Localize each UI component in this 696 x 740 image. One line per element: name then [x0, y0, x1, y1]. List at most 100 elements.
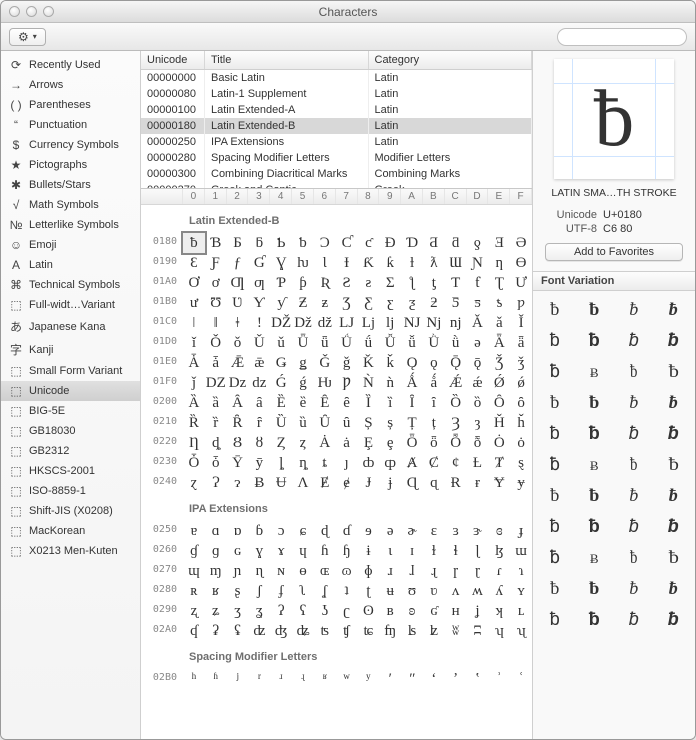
character-cell[interactable]: Ƒ — [205, 253, 227, 273]
character-cell[interactable]: Ȝ — [445, 413, 467, 433]
character-cell[interactable]: ǒ — [227, 333, 249, 353]
character-cell[interactable]: Ǚ — [379, 333, 401, 353]
character-cell[interactable]: Ƴ — [248, 293, 270, 313]
character-cell[interactable]: ɰ — [183, 561, 205, 581]
character-cell[interactable]: ɫ — [423, 541, 445, 561]
character-cell[interactable]: Ǹ — [358, 373, 380, 393]
sidebar-item[interactable]: “Punctuation — [1, 115, 140, 135]
character-cell[interactable]: Ƃ — [227, 233, 249, 253]
font-variation-item[interactable]: ƀ — [537, 485, 573, 506]
character-cell[interactable]: ǌ — [445, 313, 467, 333]
character-cell[interactable]: ʷ — [336, 669, 358, 689]
character-cell[interactable]: Ǥ — [270, 353, 292, 373]
character-cell[interactable]: ǧ — [336, 353, 358, 373]
character-cell[interactable]: Ȍ — [445, 393, 467, 413]
character-cell[interactable]: ǣ — [248, 353, 270, 373]
character-cell[interactable]: Ƥ — [270, 273, 292, 293]
search-input[interactable] — [557, 28, 687, 46]
character-cell[interactable]: ʼ — [445, 669, 467, 689]
character-cell[interactable]: ʁ — [205, 581, 227, 601]
character-cell[interactable]: Ɯ — [445, 253, 467, 273]
character-cell[interactable]: ɖ — [314, 521, 336, 541]
font-variation-item[interactable]: ƀ — [577, 454, 613, 475]
character-cell[interactable]: ǈ — [358, 313, 380, 333]
character-cell[interactable]: ɦ — [314, 541, 336, 561]
character-cell[interactable]: ɔ — [270, 521, 292, 541]
font-variation-item[interactable]: ƀ — [656, 299, 692, 320]
character-cell[interactable]: ʝ — [467, 601, 489, 621]
character-cell[interactable]: Ƙ — [358, 253, 380, 273]
character-cell[interactable]: ʆ — [314, 581, 336, 601]
character-cell[interactable]: Ǟ — [488, 333, 510, 353]
font-variation-item[interactable]: ƀ — [577, 392, 613, 413]
character-cell[interactable]: ɻ — [423, 561, 445, 581]
sidebar-item[interactable]: ⟳Recently Used — [1, 55, 140, 75]
character-cell[interactable]: ǡ — [205, 353, 227, 373]
character-cell[interactable]: ƴ — [270, 293, 292, 313]
font-variation-item[interactable]: ƀ — [537, 454, 573, 475]
character-cell[interactable]: Ƀ — [248, 473, 270, 493]
font-variation-item[interactable]: ƀ — [619, 547, 648, 568]
character-cell[interactable]: ʦ — [314, 621, 336, 641]
character-cell[interactable]: ɗ — [336, 521, 358, 541]
character-cell[interactable]: ʧ — [336, 621, 358, 641]
character-cell[interactable]: Ȭ — [445, 433, 467, 453]
table-row[interactable]: 00000250IPA ExtensionsLatin — [141, 134, 532, 150]
character-cell[interactable]: Ɉ — [358, 473, 380, 493]
character-cell[interactable]: ɹ — [379, 561, 401, 581]
character-cell[interactable]: ʵ — [292, 669, 314, 689]
character-cell[interactable]: ɴ — [270, 561, 292, 581]
character-cell[interactable]: ʻ — [423, 669, 445, 689]
font-variation-item[interactable]: ƀ — [656, 392, 692, 413]
character-cell[interactable]: ƻ — [423, 293, 445, 313]
character-cell[interactable]: Ƣ — [227, 273, 249, 293]
font-variation-item[interactable]: ƀ — [653, 547, 693, 568]
sidebar-item[interactable]: ⌘Technical Symbols — [1, 275, 140, 295]
character-cell[interactable]: ș — [379, 413, 401, 433]
character-cell[interactable]: ƨ — [358, 273, 380, 293]
character-cell[interactable]: ƍ — [467, 233, 489, 253]
font-variation-item[interactable]: ƀ — [616, 299, 652, 320]
character-cell[interactable]: Ȋ — [401, 393, 423, 413]
character-cell[interactable]: Ɠ — [248, 253, 270, 273]
character-cell[interactable]: ǲ — [227, 373, 249, 393]
sidebar-item[interactable]: №Letterlike Symbols — [1, 215, 140, 235]
character-cell[interactable]: ȵ — [292, 453, 314, 473]
font-variation-item[interactable]: ƀ — [577, 609, 613, 630]
font-variation-item[interactable]: ƀ — [616, 609, 652, 630]
sidebar-item[interactable]: →Arrows — [1, 75, 140, 95]
character-cell[interactable]: ʬ — [445, 621, 467, 641]
font-variation-item[interactable]: ƀ — [577, 361, 613, 382]
character-cell[interactable]: ɧ — [336, 541, 358, 561]
font-variation-item[interactable]: ƀ — [656, 330, 692, 351]
character-cell[interactable]: ɍ — [467, 473, 489, 493]
font-variation-item[interactable]: ƀ — [616, 392, 652, 413]
character-cell[interactable]: Ǒ — [205, 333, 227, 353]
character-cell[interactable]: Ƅ — [270, 233, 292, 253]
table-row[interactable]: 00000180Latin Extended-BLatin — [141, 118, 532, 134]
character-cell[interactable]: Ɇ — [314, 473, 336, 493]
character-cell[interactable]: ɸ — [358, 561, 380, 581]
character-cell[interactable]: ɜ — [445, 521, 467, 541]
character-cell[interactable]: Ȣ — [227, 433, 249, 453]
character-cell[interactable]: ʕ — [292, 601, 314, 621]
character-cell[interactable]: ǳ — [248, 373, 270, 393]
character-cell[interactable]: Ɛ — [183, 253, 205, 273]
character-cell[interactable]: Ǳ — [205, 373, 227, 393]
character-cell[interactable]: ǆ — [314, 313, 336, 333]
character-cell[interactable]: Ȗ — [314, 413, 336, 433]
sidebar-item[interactable]: ⬚Small Form Variant — [1, 361, 140, 381]
sidebar-item[interactable]: ⬚Shift-JIS (X0208) — [1, 501, 140, 521]
character-cell[interactable]: ȯ — [510, 433, 532, 453]
character-cell[interactable]: ȸ — [358, 453, 380, 473]
character-cell[interactable]: Ɋ — [401, 473, 423, 493]
character-cell[interactable]: ƶ — [314, 293, 336, 313]
character-cell[interactable]: ƒ — [227, 253, 249, 273]
character-cell[interactable]: ɭ — [467, 541, 489, 561]
font-variation-item[interactable]: ƀ — [577, 516, 613, 537]
character-cell[interactable]: Ʒ — [336, 293, 358, 313]
character-cell[interactable]: Ȳ — [227, 453, 249, 473]
character-cell[interactable]: ɵ — [292, 561, 314, 581]
character-cell[interactable]: Ɨ — [336, 253, 358, 273]
character-cell[interactable]: ʶ — [314, 669, 336, 689]
